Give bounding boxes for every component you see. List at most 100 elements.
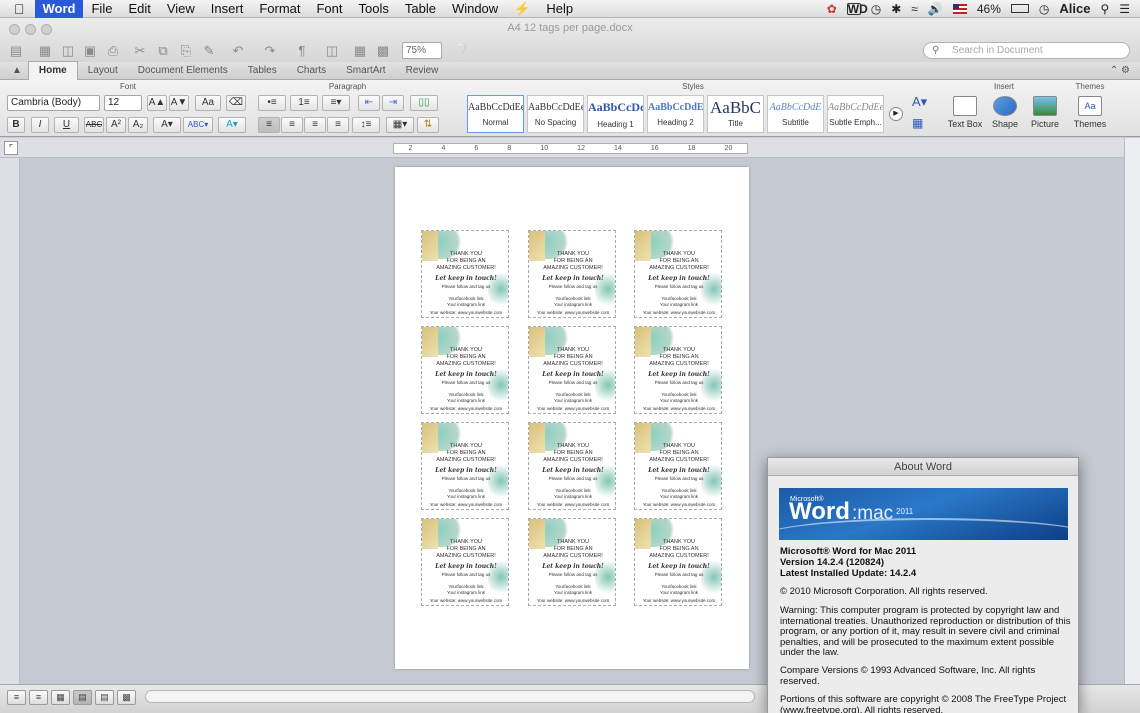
columns-button[interactable]: ▯▯ bbox=[410, 95, 438, 111]
outline-view-button[interactable]: ≡ bbox=[29, 690, 48, 705]
wifi-icon[interactable]: ≈ bbox=[911, 2, 918, 16]
style-heading-1[interactable]: AaBbCcDd Heading 1 bbox=[587, 95, 644, 133]
underline-button[interactable]: U bbox=[54, 117, 79, 133]
insert-text-box-button[interactable]: Text Box bbox=[945, 96, 985, 129]
menu-help[interactable]: Help bbox=[538, 0, 581, 18]
tab-charts[interactable]: Charts bbox=[287, 62, 336, 80]
open-icon[interactable]: ◫ bbox=[58, 42, 78, 60]
menu-view[interactable]: View bbox=[159, 0, 203, 18]
horizontal-scrollbar[interactable] bbox=[145, 690, 755, 703]
highlight-button[interactable]: ABC▾ bbox=[183, 117, 213, 133]
wd-status-icon[interactable]: WD bbox=[846, 2, 868, 15]
spotlight-icon[interactable]: ⚲ bbox=[1100, 2, 1109, 16]
print-layout-view-button[interactable]: ▤ bbox=[73, 690, 92, 705]
tab-document-elements[interactable]: Document Elements bbox=[128, 62, 238, 80]
sidebar-icon[interactable]: ◫ bbox=[322, 42, 342, 60]
menu-tools[interactable]: Tools bbox=[351, 0, 397, 18]
search-document-input[interactable]: ⚲ Search in Document bbox=[923, 42, 1130, 59]
strikethrough-button[interactable]: ABC bbox=[84, 117, 104, 133]
style-no-spacing[interactable]: AaBbCcDdEe No Spacing bbox=[527, 95, 584, 133]
align-right-button[interactable]: ≡ bbox=[304, 117, 326, 133]
numbering-button[interactable]: 1≡ bbox=[290, 95, 318, 111]
time-machine-icon[interactable]: ◷ bbox=[871, 2, 881, 16]
font-size-select[interactable]: 12 bbox=[104, 95, 142, 111]
text-effects-button[interactable]: A▾ bbox=[218, 117, 246, 133]
menu-edit[interactable]: Edit bbox=[120, 0, 158, 18]
tab-smartart[interactable]: SmartArt bbox=[336, 62, 395, 80]
cut-icon[interactable]: ✂ bbox=[130, 42, 150, 60]
italic-button[interactable]: I bbox=[31, 117, 49, 133]
menu-format[interactable]: Format bbox=[251, 0, 308, 18]
pilcrow-icon[interactable]: ¶ bbox=[292, 42, 312, 60]
style-subtitle[interactable]: AaBbCcDdE Subtitle bbox=[767, 95, 824, 133]
tab-review[interactable]: Review bbox=[396, 62, 449, 80]
style-subtle-emphasis[interactable]: AaBbCcDdEe Subtle Emph... bbox=[827, 95, 884, 133]
notebook-view-button[interactable]: ▤ bbox=[95, 690, 114, 705]
shrink-font-button[interactable]: A▼ bbox=[169, 95, 189, 111]
undo-icon[interactable]: ↶ bbox=[228, 42, 248, 60]
style-heading-2[interactable]: AaBbCcDdEe Heading 2 bbox=[647, 95, 704, 133]
notifications-icon[interactable]: ☰ bbox=[1119, 2, 1130, 16]
manage-styles-icon[interactable]: ▦ bbox=[912, 116, 923, 130]
help-icon[interactable]: ❔ bbox=[452, 42, 472, 60]
toolbox-icon[interactable]: ▩ bbox=[373, 42, 393, 60]
menu-insert[interactable]: Insert bbox=[203, 0, 252, 18]
font-name-select[interactable]: Cambria (Body) bbox=[7, 95, 100, 111]
apple-menu-icon[interactable]:  bbox=[0, 0, 35, 18]
draft-view-button[interactable]: ≡ bbox=[7, 690, 26, 705]
borders-button[interactable]: ▦▾ bbox=[386, 117, 414, 133]
styles-pane-icon[interactable]: A▾ bbox=[912, 94, 927, 110]
ruler-scale[interactable]: 2 4 6 8 10 12 14 16 18 20 bbox=[393, 143, 748, 154]
format-painter-icon[interactable]: ✎ bbox=[199, 42, 219, 60]
clear-formatting-icon[interactable]: ⌫ bbox=[226, 95, 246, 111]
new-document-icon[interactable]: ▤ bbox=[6, 42, 26, 60]
change-case-button[interactable]: Aa bbox=[195, 95, 221, 111]
tab-home[interactable]: Home bbox=[27, 61, 78, 80]
bluetooth-icon[interactable]: ✱ bbox=[891, 2, 901, 16]
menu-file[interactable]: File bbox=[83, 0, 120, 18]
app-menu[interactable]: Word bbox=[34, 0, 84, 18]
document-page[interactable]: THANK YOU FOR BEING AN AMAZING CUSTOMER! Le… bbox=[395, 167, 749, 669]
publishing-view-button[interactable]: ▦ bbox=[51, 690, 70, 705]
insert-picture-button[interactable]: Picture bbox=[1025, 96, 1065, 129]
print-icon[interactable]: ⎙ bbox=[103, 42, 123, 60]
align-left-button[interactable]: ≡ bbox=[258, 117, 280, 133]
redo-icon[interactable]: ↷ bbox=[260, 42, 280, 60]
copy-icon[interactable]: ⧉ bbox=[153, 42, 173, 60]
flag-input-icon[interactable] bbox=[952, 3, 967, 14]
bullets-button[interactable]: •≡ bbox=[258, 95, 286, 111]
status-app-icon[interactable]: ✿ bbox=[827, 2, 837, 16]
superscript-button[interactable]: A² bbox=[106, 117, 126, 133]
volume-icon[interactable]: 🔊 bbox=[928, 2, 943, 16]
zoom-select[interactable]: 75% bbox=[402, 42, 442, 59]
sort-button[interactable]: ⇅ bbox=[417, 117, 439, 133]
vertical-scrollbar[interactable] bbox=[1124, 138, 1140, 684]
menu-table[interactable]: Table bbox=[397, 0, 444, 18]
save-icon[interactable]: ▣ bbox=[80, 42, 100, 60]
decrease-indent-button[interactable]: ⇤ bbox=[358, 95, 380, 111]
insert-shape-button[interactable]: Shape bbox=[985, 96, 1025, 129]
menu-window[interactable]: Window bbox=[444, 0, 506, 18]
grow-font-button[interactable]: A▲ bbox=[147, 95, 167, 111]
user-name[interactable]: Alice bbox=[1059, 1, 1090, 16]
menu-font[interactable]: Font bbox=[308, 0, 350, 18]
increase-indent-button[interactable]: ⇥ bbox=[382, 95, 404, 111]
tab-stop-selector[interactable]: ⌜ bbox=[4, 141, 18, 155]
gallery-icon[interactable]: ▦ bbox=[350, 42, 370, 60]
justify-button[interactable]: ≡ bbox=[327, 117, 349, 133]
style-normal[interactable]: AaBbCcDdEe Normal bbox=[467, 95, 524, 133]
font-color-button[interactable]: A▾ bbox=[153, 117, 181, 133]
themes-button[interactable]: Aa Themes bbox=[1070, 96, 1110, 129]
ribbon-collapse-icon[interactable]: ▲ bbox=[6, 62, 28, 80]
clock-icon[interactable]: ◷ bbox=[1039, 2, 1049, 16]
align-center-button[interactable]: ≡ bbox=[281, 117, 303, 133]
subscript-button[interactable]: A₂ bbox=[128, 117, 148, 133]
bold-button[interactable]: B bbox=[7, 117, 25, 133]
script-menu-icon[interactable]: ⚡ bbox=[506, 0, 538, 18]
style-title[interactable]: AaBbC Title bbox=[707, 95, 764, 133]
tab-tables[interactable]: Tables bbox=[238, 62, 287, 80]
multilevel-list-button[interactable]: ≡▾ bbox=[322, 95, 350, 111]
tab-layout[interactable]: Layout bbox=[78, 62, 128, 80]
line-spacing-button[interactable]: ↕≡ bbox=[352, 117, 380, 133]
battery-icon[interactable] bbox=[1010, 4, 1029, 13]
